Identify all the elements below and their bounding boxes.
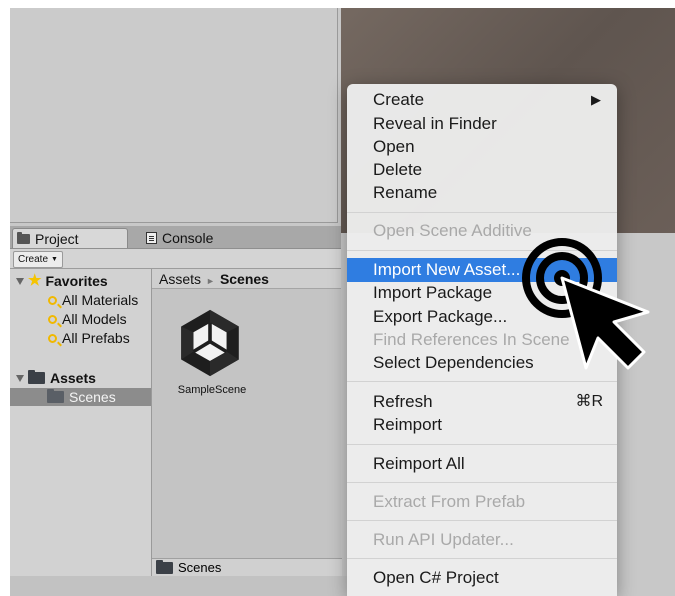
menu-separator <box>347 444 617 445</box>
menu-item-extract-from-prefab: Extract From Prefab <box>347 490 617 514</box>
chevron-right-icon: ► <box>206 276 215 286</box>
menu-separator <box>347 482 617 483</box>
folder-icon <box>17 231 30 244</box>
menu-item-reimport[interactable]: Reimport <box>347 413 617 437</box>
menu-item-label: Delete <box>373 160 423 179</box>
menu-item-import-package[interactable]: Import Package <box>347 281 617 305</box>
menu-separator <box>347 212 617 213</box>
project-tree: ★ Favorites All Materials All Models All… <box>10 269 152 576</box>
menu-item-label: Find References In Scene <box>373 330 570 349</box>
menu-item-export-package[interactable]: Export Package... <box>347 305 617 329</box>
search-icon <box>48 295 57 305</box>
menu-item-label: Rename <box>373 183 438 202</box>
search-icon <box>48 314 57 324</box>
menu-item-rename[interactable]: Rename <box>347 181 617 205</box>
unity-scene-icon[interactable] <box>174 307 246 379</box>
menu-item-reimport-all[interactable]: Reimport All <box>347 452 617 476</box>
create-button-label: Create <box>18 254 49 265</box>
menu-item-open-csharp-project[interactable]: Open C# Project <box>347 566 617 590</box>
tree-item-label: All Materials <box>62 292 139 308</box>
submenu-arrow-icon: ▶ <box>591 92 601 107</box>
tree-item-all-materials[interactable]: All Materials <box>10 291 151 309</box>
menu-item-delete[interactable]: Delete <box>347 158 617 182</box>
tree-item-all-prefabs[interactable]: All Prefabs <box>10 329 151 347</box>
tree-item-scenes[interactable]: Scenes <box>10 388 151 406</box>
star-icon: ★ <box>28 272 42 289</box>
menu-item-label: Export Package... <box>373 307 508 326</box>
project-content: Assets ► Scenes SampleScene <box>152 269 341 576</box>
console-icon <box>146 232 157 244</box>
menu-item-select-dependencies[interactable]: Select Dependencies <box>347 351 617 375</box>
menu-item-label: Reimport <box>373 415 442 434</box>
breadcrumb-current[interactable]: Scenes <box>220 271 269 287</box>
panel-tab-bar: Project Console <box>10 226 341 249</box>
chevron-down-icon: ▼ <box>51 256 58 263</box>
menu-separator <box>347 381 617 382</box>
tree-item-label: Favorites <box>45 273 108 289</box>
menu-separator <box>347 558 617 559</box>
menu-item-label: Reimport All <box>373 454 465 473</box>
menu-item-create[interactable]: Create ▶ <box>347 88 617 112</box>
menu-item-refresh[interactable]: Refresh ⌘R <box>347 390 617 414</box>
tab-console[interactable]: Console <box>144 228 266 248</box>
status-folder-label: Scenes <box>178 559 222 575</box>
context-menu: Create ▶ Reveal in Finder Open Delete Re… <box>347 84 617 596</box>
folder-icon <box>156 559 173 574</box>
menu-item-find-references-in-scene: Find References In Scene <box>347 328 617 352</box>
menu-item-label: Open C# Project <box>373 568 499 587</box>
expand-triangle-icon[interactable] <box>16 374 24 382</box>
tree-item-assets[interactable]: Assets <box>10 369 151 387</box>
menu-item-label: Extract From Prefab <box>373 492 526 511</box>
tree-item-label: All Models <box>62 311 127 327</box>
create-button[interactable]: Create ▼ <box>13 251 63 268</box>
refresh-shortcut: ⌘R <box>575 393 603 410</box>
menu-item-label: Open Scene Additive <box>373 221 532 240</box>
tab-project-label: Project <box>35 230 79 247</box>
menu-item-label: Import New Asset... <box>373 260 521 279</box>
tab-project[interactable]: Project <box>12 228 128 248</box>
tree-item-favorites[interactable]: ★ Favorites <box>10 272 151 290</box>
hierarchy-panel <box>10 8 338 223</box>
asset-label[interactable]: SampleScene <box>162 384 262 396</box>
menu-item-label: Create <box>373 90 425 109</box>
menu-item-reveal-in-finder[interactable]: Reveal in Finder <box>347 112 617 136</box>
menu-item-label: Run API Updater... <box>373 530 514 549</box>
tab-console-label: Console <box>162 230 214 246</box>
menu-item-label: Reveal in Finder <box>373 114 497 133</box>
breadcrumb-root[interactable]: Assets <box>159 271 201 287</box>
menu-item-import-new-asset[interactable]: Import New Asset... <box>347 258 617 282</box>
search-icon <box>48 333 57 343</box>
tree-item-label: Scenes <box>69 389 116 405</box>
tree-item-label: All Prefabs <box>62 330 130 346</box>
folder-icon <box>47 389 64 403</box>
menu-item-label: Select Dependencies <box>373 353 534 372</box>
menu-separator <box>347 250 617 251</box>
expand-triangle-icon[interactable] <box>16 277 24 285</box>
menu-item-label: Refresh <box>373 392 433 411</box>
menu-separator <box>347 520 617 521</box>
tree-item-label: Assets <box>50 370 96 386</box>
menu-item-label: Import Package <box>373 283 493 302</box>
menu-item-open[interactable]: Open <box>347 135 617 159</box>
breadcrumb: Assets ► Scenes <box>152 269 341 289</box>
menu-item-run-api-updater: Run API Updater... <box>347 528 617 552</box>
menu-item-label: Open <box>373 137 415 156</box>
tree-item-all-models[interactable]: All Models <box>10 310 151 328</box>
menu-item-open-scene-additive: Open Scene Additive <box>347 219 617 243</box>
project-toolbar: Create ▼ <box>10 249 341 269</box>
status-bar: Scenes <box>152 558 342 576</box>
bottom-strip <box>10 576 350 596</box>
folder-icon <box>28 370 45 384</box>
